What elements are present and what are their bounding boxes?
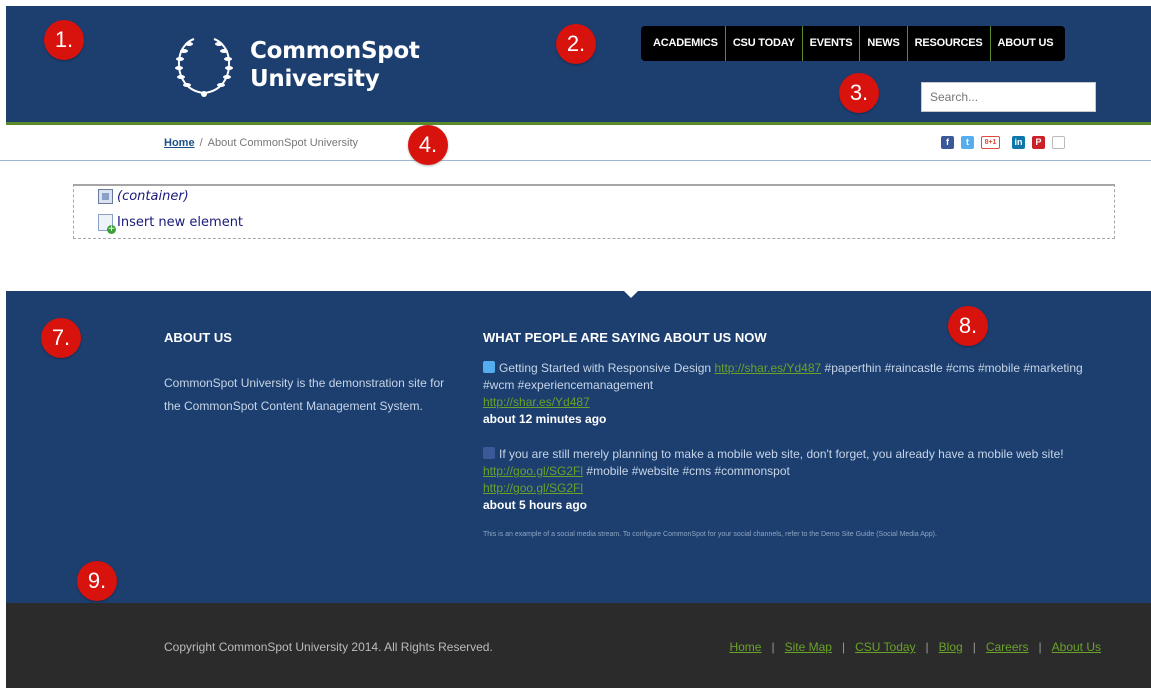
callout-marker-4: 4. — [408, 125, 448, 165]
nav-news[interactable]: NEWS — [859, 26, 906, 61]
post-link[interactable]: http://shar.es/Yd487 — [714, 361, 821, 375]
footer-link-about-us[interactable]: About Us — [1052, 640, 1101, 654]
callout-marker-9: 9. — [77, 561, 117, 601]
insert-element-icon — [98, 214, 116, 234]
laurel-wreath-icon — [175, 38, 233, 97]
insert-element-text: Insert new element — [117, 215, 244, 230]
footer-link-separator: | — [841, 640, 846, 654]
footer-notch — [622, 289, 640, 298]
footer-links: Home | Site Map | CSU Today | Blog | Careers | Abo… — [729, 640, 1101, 654]
container-label-text: (container) — [117, 189, 189, 204]
footer-link-separator: | — [1038, 640, 1042, 654]
search-input[interactable] — [921, 82, 1096, 112]
container-label[interactable]: (container) — [98, 189, 189, 204]
social-share-bar: f t 8+1 in P — [941, 136, 1065, 149]
callout-marker-1: 1. — [44, 20, 84, 60]
post-text: Getting Started with Responsive Design — [499, 361, 712, 375]
callout-marker-2: 2. — [556, 24, 596, 64]
footer-link-separator: | — [925, 640, 929, 654]
about-heading: ABOUT US — [164, 330, 232, 345]
breadcrumb-separator: / — [199, 137, 203, 149]
social-stream-heading: WHAT PEOPLE ARE SAYING ABOUT US NOW — [483, 330, 767, 345]
post-time: about 12 minutes ago — [483, 412, 607, 426]
facebook-icon — [483, 447, 495, 459]
nav-resources[interactable]: RESOURCES — [906, 26, 990, 61]
pinterest-icon[interactable]: P — [1032, 136, 1045, 149]
site-logo[interactable]: CommonSpot University — [170, 33, 420, 103]
google-plus-icon[interactable]: 8+1 — [981, 136, 1000, 149]
breadcrumb-current: About CommonSpot University — [207, 137, 359, 149]
post-link[interactable]: http://shar.es/Yd487 — [483, 395, 590, 409]
footer-link-site-map[interactable]: Site Map — [785, 640, 832, 654]
main-navigation: ACADEMICS CSU TODAY EVENTS NEWS RESOURCE… — [641, 26, 1066, 61]
linkedin-icon[interactable]: in — [1012, 136, 1025, 149]
logo-line-2: University — [250, 66, 380, 92]
logo-wordmark: CommonSpot University — [250, 37, 420, 93]
social-post: Getting Started with Responsive Design h… — [483, 360, 1083, 428]
post-link[interactable]: http://goo.gl/SG2Fl — [483, 481, 583, 495]
about-text: CommonSpot University is the demonstrati… — [164, 376, 445, 413]
social-stream-disclaimer: This is an example of a social media str… — [483, 531, 937, 538]
social-post: If you are still merely planning to make… — [483, 446, 1083, 514]
post-hashtags: #mobile #website #cms #commonspot — [586, 464, 790, 478]
email-icon[interactable] — [1052, 136, 1065, 149]
footer-link-csu-today[interactable]: CSU Today — [855, 640, 915, 654]
footer-link-blog[interactable]: Blog — [939, 640, 963, 654]
footer-link-careers[interactable]: Careers — [986, 640, 1029, 654]
twitter-icon — [483, 361, 495, 373]
post-link[interactable]: http://goo.gl/SG2Fl — [483, 464, 583, 478]
nav-csu-today[interactable]: CSU TODAY — [724, 26, 802, 61]
nav-events[interactable]: EVENTS — [801, 26, 860, 61]
footer-link-separator: | — [771, 640, 775, 654]
footer-link-separator: | — [972, 640, 976, 654]
callout-marker-8: 8. — [948, 306, 988, 346]
header-accent-line — [6, 122, 1151, 125]
footer-link-home[interactable]: Home — [729, 640, 761, 654]
twitter-icon[interactable]: t — [961, 136, 974, 149]
post-time: about 5 hours ago — [483, 498, 588, 512]
callout-marker-3: 3. — [839, 73, 879, 113]
insert-element-link[interactable]: Insert new element — [98, 214, 244, 234]
copyright-text: Copyright CommonSpot University 2014. Al… — [164, 640, 493, 654]
callout-marker-7: 7. — [41, 318, 81, 358]
breadcrumb: Home / About CommonSpot University — [164, 137, 358, 149]
facebook-icon[interactable]: f — [941, 136, 954, 149]
container-icon — [98, 189, 113, 204]
breadcrumb-divider — [0, 160, 1151, 161]
nav-academics[interactable]: ACADEMICS — [646, 26, 725, 61]
post-text: If you are still merely planning to make… — [499, 447, 1064, 461]
nav-about-us[interactable]: ABOUT US — [989, 26, 1061, 61]
breadcrumb-home-link[interactable]: Home — [164, 137, 195, 149]
logo-line-1: CommonSpot — [250, 38, 420, 64]
